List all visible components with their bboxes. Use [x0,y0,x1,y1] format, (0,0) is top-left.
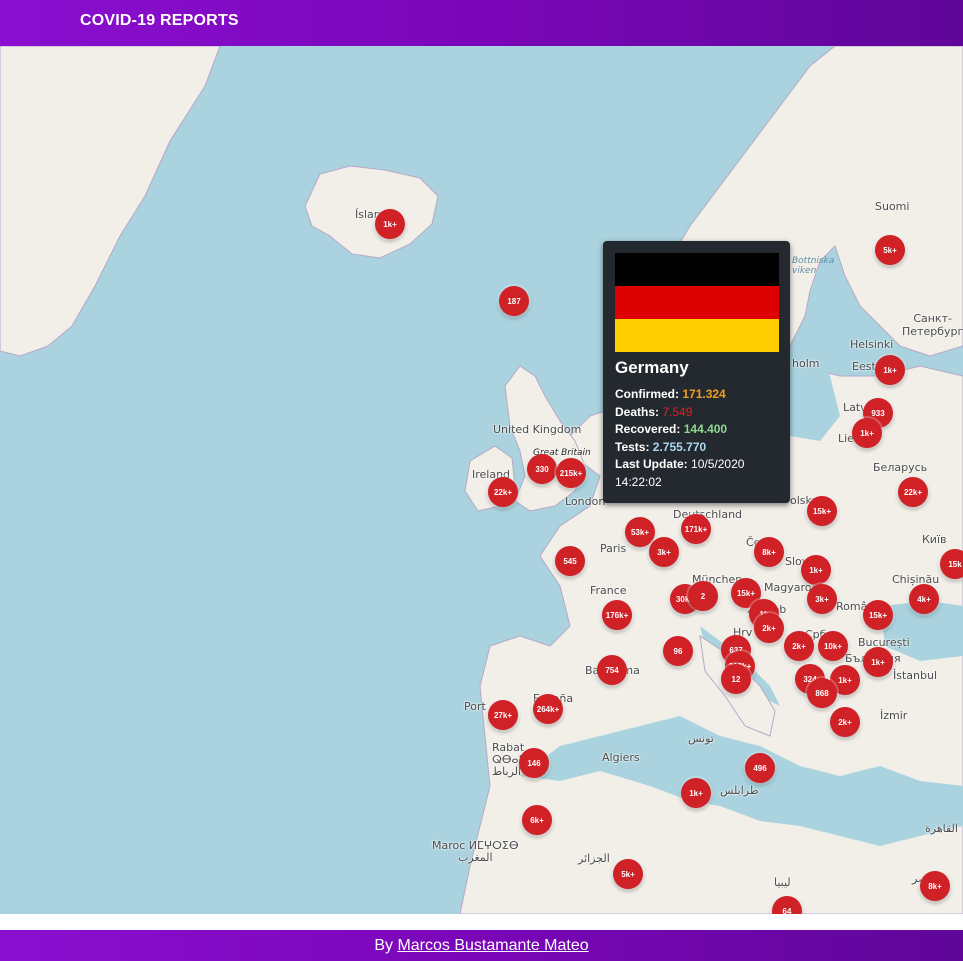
cluster-marker[interactable]: 754 [597,655,627,685]
place-label: İzmir [880,709,908,722]
cluster-marker[interactable]: 264k+ [533,694,563,724]
cluster-marker[interactable]: 6k+ [522,805,552,835]
country-popup: Germany Confirmed: 171.324 Deaths: 7.549… [603,241,790,503]
country-name: Germany [615,358,689,377]
cluster-marker[interactable]: 1k+ [801,555,831,585]
cluster-marker[interactable]: 2 [688,581,718,611]
cluster-marker[interactable]: 496 [745,753,775,783]
world-map[interactable]: Ísland Suomi Bottniska viken Helsinki Са… [0,46,963,914]
stat-tests: Tests: 2.755.770 [615,439,707,454]
cluster-marker[interactable]: 3k+ [807,584,837,614]
place-label: تونس [688,732,714,745]
flag-stripe-red [615,286,779,319]
cluster-marker[interactable]: 2k+ [830,707,860,737]
cluster-marker[interactable]: 187 [499,286,529,316]
place-label: Paris [600,542,627,555]
cluster-marker[interactable]: 1k+ [863,647,893,677]
stat-deaths: Deaths: 7.549 [615,404,693,419]
cluster-marker[interactable]: 5k+ [613,859,643,889]
app-header: COVID-19 REPORTS [0,0,963,46]
cluster-marker[interactable]: 8k+ [754,537,784,567]
germany-flag-icon [615,253,779,352]
cluster-marker[interactable]: 1k+ [852,418,882,448]
place-label: القاهرة [925,822,958,835]
cluster-marker[interactable]: 330 [527,454,557,484]
cluster-marker[interactable]: 15k+ [807,496,837,526]
place-label: Maroc ⵍⵎⵖⵔⵉⴱ المغرب [432,839,519,864]
place-label: holm [792,357,820,370]
place-label: الجزائر [578,852,610,865]
place-label: طرابلس [720,784,759,797]
cluster-marker[interactable]: 1k+ [875,355,905,385]
stat-last-update-time: 14:22:02 [615,474,662,489]
flag-stripe-gold [615,319,779,352]
cluster-marker[interactable]: 545 [555,546,585,576]
cluster-marker[interactable]: 12 [721,664,751,694]
cluster-marker[interactable]: 27k+ [488,700,518,730]
place-label: Беларусь [873,461,928,474]
cluster-marker[interactable]: 2k+ [754,613,784,643]
cluster-marker[interactable]: 8k+ [920,871,950,901]
place-label: London [565,495,606,508]
place-label: București [858,636,910,649]
place-label: Helsinki [850,338,894,351]
place-label: United Kingdom [493,423,582,436]
cluster-marker[interactable]: 22k+ [488,477,518,507]
place-label: Chișinău [892,573,940,586]
footer-gap [0,914,963,930]
cluster-marker[interactable]: 53k+ [625,517,655,547]
place-label: İstanbul [893,669,938,682]
place-label: Port [464,700,486,713]
stat-recovered: Recovered: 144.400 [615,422,728,436]
place-label: France [590,584,627,597]
cluster-marker[interactable]: 1k+ [375,209,405,239]
place-label: Algiers [602,751,640,764]
flag-stripe-black [615,253,779,286]
cluster-marker[interactable]: 215k+ [556,458,586,488]
cluster-marker[interactable]: 4k+ [909,584,939,614]
cluster-marker[interactable]: 96 [663,636,693,666]
place-label: Київ [922,533,947,546]
place-label: Санкт- Петербург [902,312,963,338]
place-label: Bottniska viken [792,256,835,276]
cluster-marker[interactable]: 3k+ [649,537,679,567]
cluster-marker[interactable]: 5k+ [875,235,905,265]
app-footer: By Marcos Bustamante Mateo [0,930,963,961]
stat-last-update: Last Update: 10/5/2020 [615,457,745,471]
app-title: COVID-19 REPORTS [80,12,239,29]
author-link[interactable]: Marcos Bustamante Mateo [397,937,588,954]
cluster-marker[interactable]: 146 [519,748,549,778]
place-label: Suomi [875,200,910,213]
cluster-marker[interactable]: 15k [940,549,963,579]
cluster-marker[interactable]: 22k+ [898,477,928,507]
cluster-marker[interactable]: 2k+ [784,631,814,661]
cluster-marker[interactable]: 10k+ [818,631,848,661]
cluster-marker[interactable]: 868 [807,678,837,708]
cluster-marker[interactable]: 171k+ [681,514,711,544]
stat-confirmed: Confirmed: 171.324 [615,387,726,401]
footer-prefix: By [374,937,393,954]
cluster-marker[interactable]: 1k+ [681,778,711,808]
cluster-marker[interactable]: 176k+ [602,600,632,630]
place-label: ليبيا [774,876,791,889]
cluster-marker[interactable]: 15k+ [863,600,893,630]
